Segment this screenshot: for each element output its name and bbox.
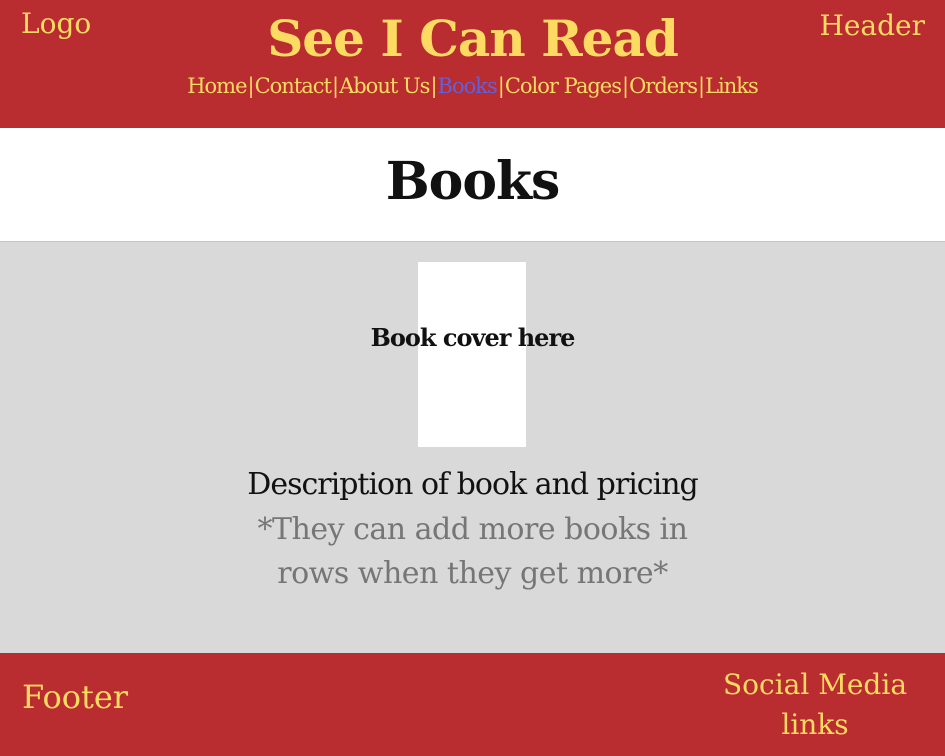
nav-separator: |: [430, 74, 437, 98]
design-note-line: rows when they get more*: [277, 556, 668, 591]
nav-separator: |: [247, 74, 255, 98]
book-cover-placeholder[interactable]: [418, 262, 526, 447]
book-cover-label: Book cover here: [370, 323, 576, 352]
footer-label: Footer: [22, 678, 129, 716]
nav-item-links[interactable]: Links: [705, 74, 759, 98]
design-note-line: *They can add more books in: [257, 512, 688, 547]
nav-item-orders[interactable]: Orders: [629, 74, 698, 98]
site-header: Logo Header See I Can Read Home|Contact|…: [0, 0, 945, 128]
page-title: Books: [385, 151, 561, 212]
nav-item-color-pages[interactable]: Color Pages: [505, 74, 622, 98]
site-title: See I Can Read: [267, 9, 679, 68]
social-media-label-line: links: [781, 708, 849, 741]
site-footer: Footer Social Media links: [0, 653, 945, 756]
books-content: Book cover here Description of book and …: [0, 242, 945, 653]
nav-separator: |: [621, 74, 629, 98]
book-description: Description of book and pricing: [247, 467, 698, 502]
design-note: *They can add more books in rows when th…: [0, 508, 945, 596]
nav-separator: |: [332, 74, 339, 98]
nav-item-books[interactable]: Books: [438, 74, 498, 98]
nav-item-home[interactable]: Home: [187, 74, 247, 98]
nav-item-contact[interactable]: Contact: [255, 74, 332, 98]
page-title-band: Books: [0, 128, 945, 242]
social-media-links[interactable]: Social Media links: [715, 665, 915, 745]
main-nav: Home|Contact|About Us|Books|Color Pages|…: [0, 76, 945, 97]
nav-separator: |: [497, 74, 505, 98]
nav-separator: |: [698, 74, 705, 98]
nav-item-about-us[interactable]: About Us: [339, 74, 430, 98]
social-media-label-line: Social Media: [722, 668, 908, 701]
